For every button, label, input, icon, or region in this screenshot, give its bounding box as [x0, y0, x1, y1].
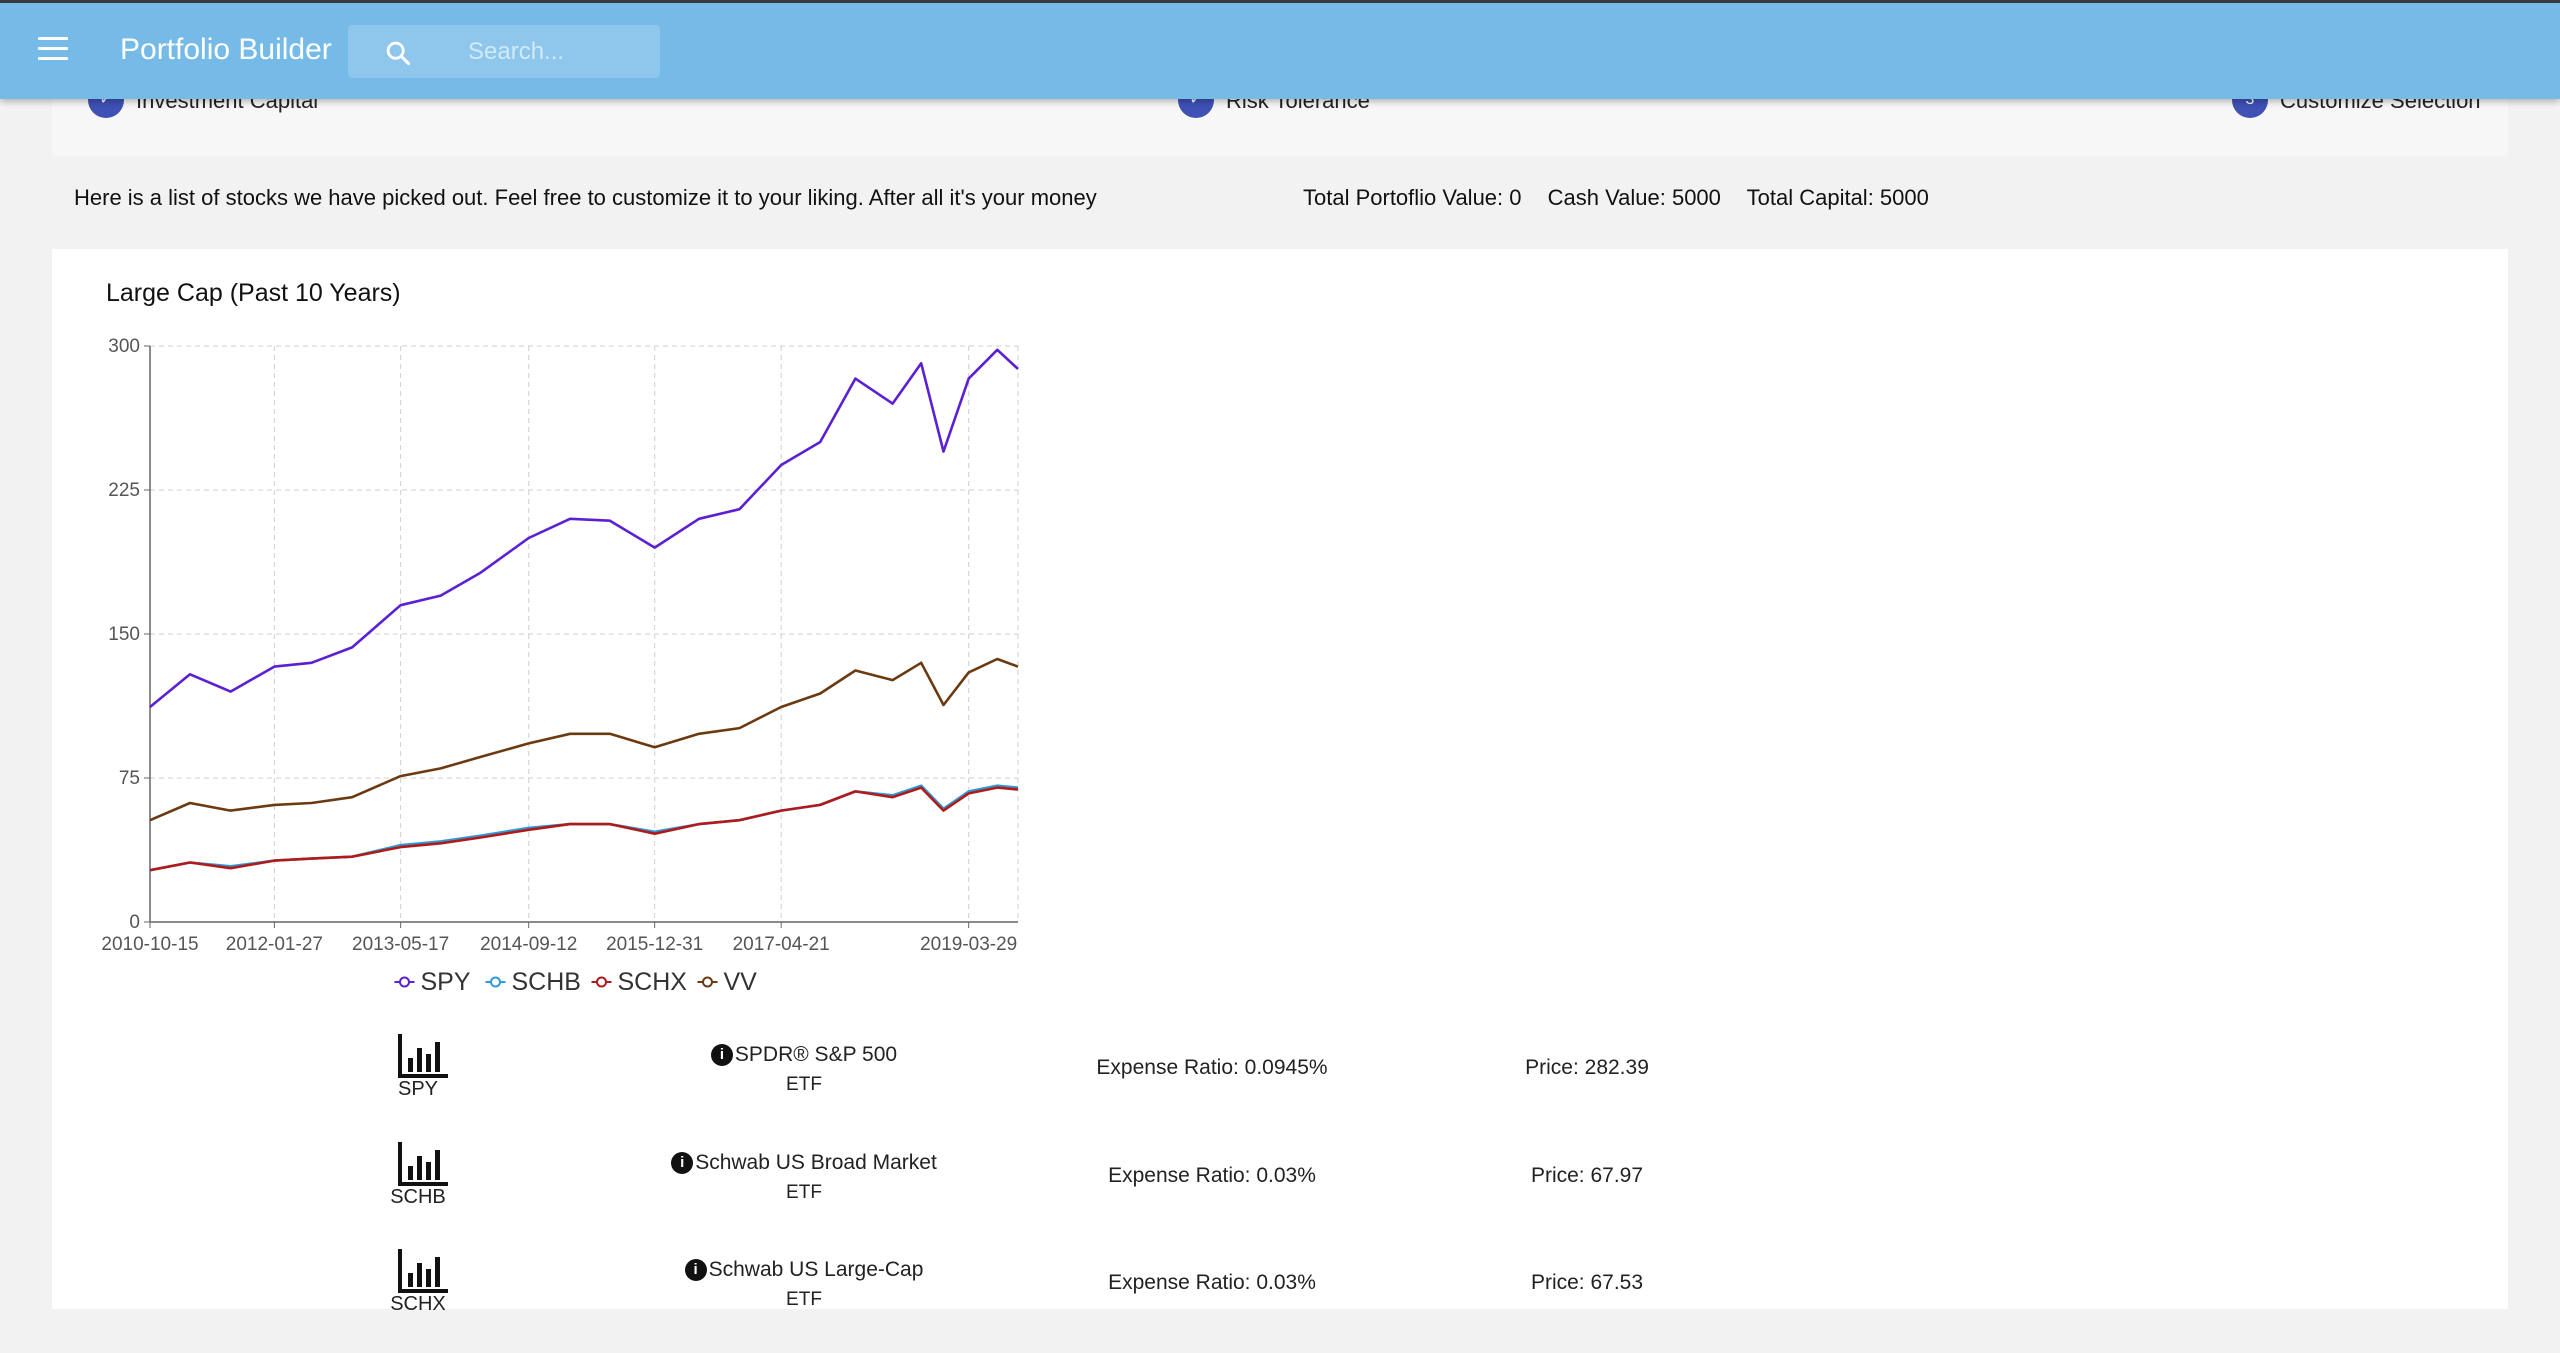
fund-name: i Schwab US Broad Market ETF	[552, 1148, 1056, 1208]
x-tick-label: 2015-12-31	[606, 934, 703, 955]
series-line-spy	[149, 348, 1019, 709]
search-input[interactable]	[466, 33, 650, 71]
menu-icon[interactable]	[38, 37, 68, 61]
fund-title: SPDR® S&P 500	[734, 1043, 898, 1066]
y-tick-label: 300	[108, 336, 140, 357]
fund-name: i SPDR® S&P 500 ETF	[552, 1040, 1056, 1100]
chart-title: Large Cap (Past 10 Years)	[106, 279, 401, 307]
expense-ratio: Expense Ratio: 0.0945%	[1096, 1056, 1328, 1079]
fund-type: ETF	[786, 1182, 822, 1203]
x-tick-label: 2012-01-27	[226, 934, 323, 955]
cash-value: Cash Value: 5000	[1547, 185, 1721, 210]
legend-swatch-marker	[702, 976, 713, 988]
y-tick-label: 0	[129, 912, 140, 933]
app-title: Portfolio Builder	[120, 33, 332, 66]
y-tick-label: 150	[108, 624, 140, 645]
legend-swatch-marker	[490, 976, 501, 988]
portfolio-value: Total Portoflio Value: 0	[1303, 185, 1522, 210]
legend-swatch-marker	[596, 976, 607, 988]
app-bar: Portfolio Builder	[0, 3, 2560, 99]
x-tick-label: 2019-03-29	[920, 934, 1017, 955]
fund-type: ETF	[786, 1289, 822, 1310]
expense-ratio: Expense Ratio: 0.03%	[1108, 1164, 1316, 1187]
fund-title: Schwab US Large-Cap	[708, 1258, 924, 1281]
y-tick-label: 225	[108, 480, 140, 501]
fund-type: ETF	[786, 1074, 822, 1095]
info-icon[interactable]: i	[710, 1044, 733, 1066]
legend-label: VV	[724, 968, 758, 996]
price-history-chart: 0 75 150 225 300 2010-10-15 2012-01-27 2013-05-…	[101, 336, 1019, 996]
x-tick-label: 2010-10-15	[101, 934, 198, 955]
fund-row-spy[interactable]: SPY i SPDR® S&P 500 ETF Expense Ratio: 0.…	[52, 1030, 2508, 1138]
legend-label: SPY	[421, 968, 471, 996]
search-box[interactable]	[348, 25, 660, 78]
fund-symbol: SCHB	[390, 1186, 446, 1208]
series-line-schx	[149, 786, 1019, 872]
info-icon[interactable]: i	[671, 1152, 694, 1174]
x-tick-label: 2013-05-17	[352, 934, 449, 955]
series-line-schb	[149, 784, 1019, 872]
x-tick-label: 2017-04-21	[733, 934, 830, 955]
intro-text: Here is a list of stocks we have picked …	[74, 185, 1097, 210]
fund-price: Price: 67.53	[1530, 1271, 1644, 1294]
total-capital: Total Capital: 5000	[1746, 185, 1929, 210]
info-icon[interactable]: i	[684, 1259, 707, 1281]
portfolio-stats: Total Portoflio Value: 0 Cash Value: 500…	[1303, 185, 1949, 211]
fund-name: i Schwab US Large-Cap ETF	[552, 1255, 1056, 1315]
y-tick-label: 75	[119, 768, 140, 789]
fund-symbol: SPY	[397, 1078, 439, 1100]
legend-label: SCHB	[512, 968, 581, 996]
expense-ratio: Expense Ratio: 0.03%	[1108, 1271, 1316, 1294]
fund-symbol: SCHX	[390, 1293, 446, 1315]
legend-swatch-marker	[399, 976, 410, 988]
legend-label: SCHX	[618, 968, 688, 996]
fund-price: Price: 282.39	[1525, 1056, 1649, 1079]
search-icon	[386, 41, 411, 66]
fund-row-schb[interactable]: SCHB i Schwab US Broad Market ETF Expense…	[52, 1138, 2508, 1246]
window-top-border	[0, 0, 2560, 3]
x-tick-label: 2014-09-12	[480, 934, 577, 955]
fund-price: Price: 67.97	[1530, 1164, 1644, 1187]
fund-row-schx[interactable]: SCHX i Schwab US Large-Cap ETF Expense Ra…	[52, 1245, 2508, 1353]
fund-title: Schwab US Broad Market	[695, 1151, 937, 1174]
